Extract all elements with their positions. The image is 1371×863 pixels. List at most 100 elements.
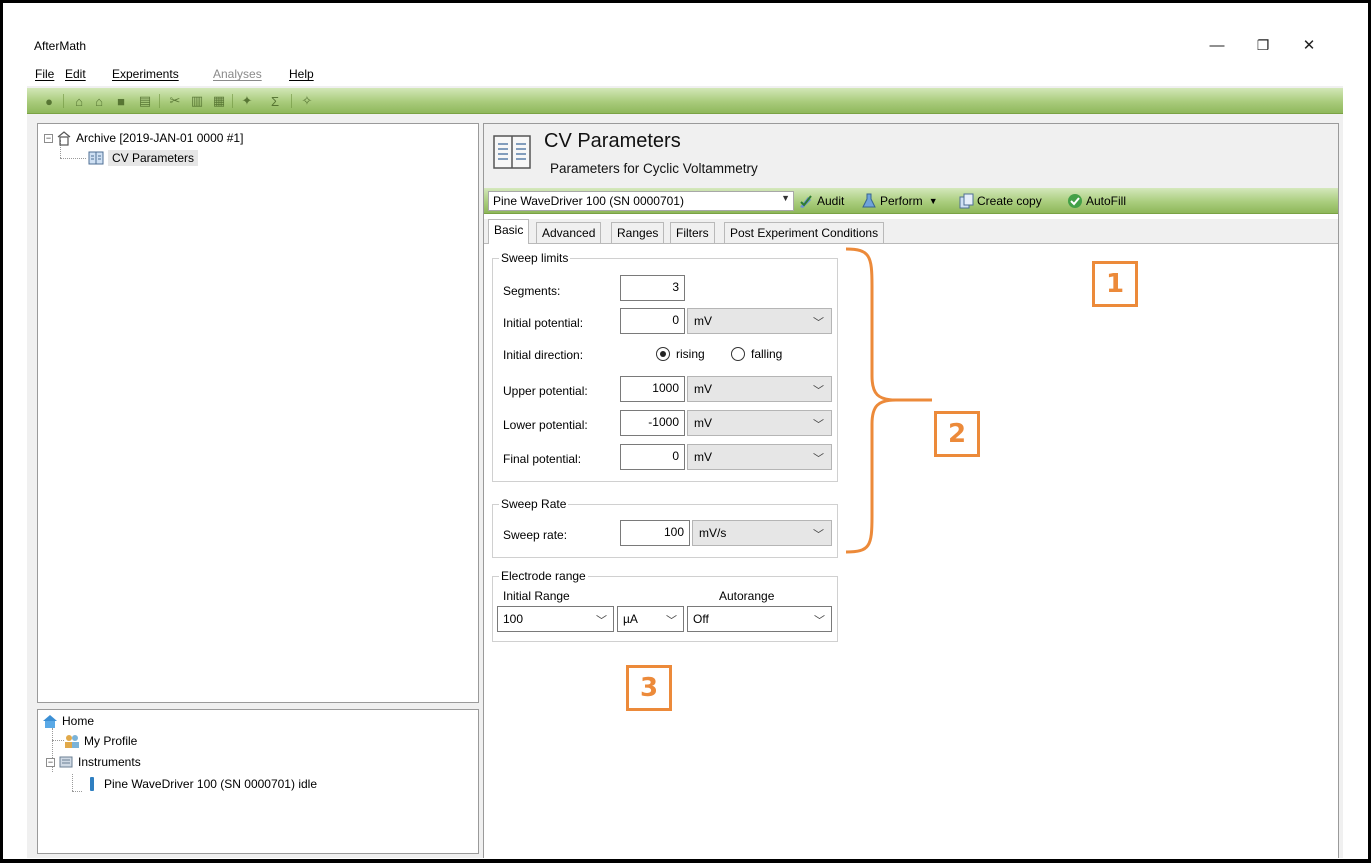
archive-label: Archive [2019-JAN-01 0000 #1] — [76, 131, 244, 145]
final-potential-label: Final potential: — [503, 452, 582, 466]
autofill-label: AutoFill — [1086, 194, 1127, 208]
initial-range-value: 100 — [503, 612, 524, 626]
collapse-icon[interactable]: − — [44, 133, 53, 143]
brace-annotation — [845, 247, 932, 554]
minimize-button[interactable]: — — [1194, 32, 1240, 58]
home-tree-panel: Home My Profile − Instruments Pine WaveD… — [37, 709, 479, 854]
initial-potential-input[interactable]: 0 — [620, 308, 685, 334]
chevron-down-icon: ﹀ — [596, 615, 607, 627]
final-potential-unit-select[interactable]: mV ﹀ — [687, 444, 832, 470]
archive-home-icon[interactable]: ⌂ — [71, 93, 87, 109]
final-potential-unit-value: mV — [694, 450, 712, 464]
tab-advanced[interactable]: Advanced — [536, 222, 602, 243]
tree-connector — [60, 158, 86, 159]
menu-experiments[interactable]: Experiments — [112, 67, 179, 81]
instrument-select-value: Pine WaveDriver 100 (SN 0000701) — [493, 194, 684, 208]
instruments-icon — [58, 754, 74, 770]
perform-icon — [861, 193, 877, 209]
sweep-rate-unit-value: mV/s — [699, 526, 727, 540]
menu-analyses[interactable]: Analyses — [213, 67, 262, 81]
basic-tab-body: Sweep limits Segments: 3 Initial potenti… — [484, 243, 1338, 859]
upper-potential-unit-select[interactable]: mV ﹀ — [687, 376, 832, 402]
lower-potential-unit-select[interactable]: mV ﹀ — [687, 410, 832, 436]
wizard-icon[interactable]: ✦ — [239, 93, 255, 109]
initial-range-select[interactable]: 100 ﹀ — [497, 606, 614, 632]
restore-button[interactable]: ❐ — [1240, 32, 1286, 58]
lower-potential-input[interactable]: -1000 — [620, 410, 685, 436]
menu-help[interactable]: Help — [289, 67, 314, 81]
my-profile-label: My Profile — [84, 734, 138, 748]
autofill-button[interactable]: AutoFill — [1067, 193, 1126, 209]
chevron-down-icon: ﹀ — [666, 615, 677, 627]
home-label: Home — [62, 714, 95, 728]
settings-icon[interactable]: ✧ — [299, 93, 315, 109]
toolbar-separator — [159, 94, 160, 108]
callout-2: 2 — [934, 411, 980, 457]
tab-ranges[interactable]: Ranges — [611, 222, 665, 243]
close-button[interactable]: ✕ — [1286, 32, 1332, 58]
callout-3: 3 — [626, 665, 672, 711]
audit-button[interactable]: Audit — [798, 193, 844, 209]
tree-connector — [72, 774, 73, 791]
perform-button[interactable]: Perform ▼ — [861, 193, 938, 209]
archive-up-icon[interactable]: ⌂ — [91, 93, 107, 109]
lower-potential-unit-value: mV — [694, 416, 712, 430]
save-icon[interactable]: ■ — [113, 93, 129, 109]
autorange-select[interactable]: Off ﹀ — [687, 606, 832, 632]
electrode-range-legend: Electrode range — [499, 569, 588, 583]
final-potential-input[interactable]: 0 — [620, 444, 685, 470]
cv-parameters-node[interactable]: CV Parameters — [88, 150, 199, 166]
range-unit-select[interactable]: µA ﹀ — [617, 606, 684, 632]
range-unit-value: µA — [623, 612, 638, 626]
paste-icon[interactable]: ▦ — [211, 93, 227, 109]
tab-basic[interactable]: Basic — [488, 219, 530, 244]
sweep-rate-label: Sweep rate: — [503, 528, 568, 542]
home-node[interactable]: Home — [42, 713, 94, 729]
rising-label: rising — [676, 347, 705, 361]
collapse-icon[interactable]: − — [46, 757, 55, 767]
dropdown-arrow-icon: ▼ — [781, 193, 790, 203]
sweep-rate-unit-select[interactable]: mV/s ﹀ — [692, 520, 832, 546]
upper-potential-unit-value: mV — [694, 382, 712, 396]
page-header: CV Parameters Parameters for Cyclic Volt… — [484, 124, 1338, 188]
back-icon[interactable]: ● — [41, 93, 57, 109]
instruments-node[interactable]: − Instruments — [46, 754, 141, 770]
sweep-rate-input[interactable]: 100 — [620, 520, 690, 546]
menu-edit[interactable]: Edit — [65, 67, 86, 81]
copy-icon[interactable]: ▥ — [189, 93, 205, 109]
tab-post-experiment-conditions[interactable]: Post Experiment Conditions — [724, 222, 885, 243]
autorange-label: Autorange — [719, 589, 775, 603]
cut-icon[interactable]: ✂ — [167, 93, 183, 109]
segments-label: Segments: — [503, 284, 561, 298]
archive-node[interactable]: − Archive [2019-JAN-01 0000 #1] — [44, 130, 243, 146]
menu-file[interactable]: File — [35, 67, 54, 81]
radio-unselected-icon — [731, 347, 745, 361]
initial-potential-unit-select[interactable]: mV ﹀ — [687, 308, 832, 334]
tab-filters[interactable]: Filters — [670, 222, 715, 243]
tree-connector — [72, 791, 82, 792]
sigma-icon[interactable]: Σ — [267, 93, 283, 109]
print-icon[interactable]: ▤ — [137, 93, 153, 109]
rising-radio[interactable]: rising — [656, 347, 705, 361]
perform-label: Perform — [880, 194, 923, 208]
create-copy-button[interactable]: Create copy — [958, 193, 1042, 209]
title-bar: AfterMath — ❐ ✕ — [27, 28, 1343, 62]
chevron-down-icon: ﹀ — [813, 385, 824, 397]
toolbar-separator — [63, 94, 64, 108]
dropdown-arrow-icon[interactable]: ▼ — [929, 196, 938, 206]
segments-input[interactable]: 3 — [620, 275, 685, 301]
sweep-limits-group: Sweep limits Segments: 3 Initial potenti… — [492, 251, 838, 482]
radio-selected-icon — [656, 347, 670, 361]
sweep-rate-group: Sweep Rate Sweep rate: 100 mV/s ﹀ — [492, 497, 838, 558]
instrument-select[interactable]: Pine WaveDriver 100 (SN 0000701) ▼ — [488, 191, 794, 211]
falling-radio[interactable]: falling — [731, 347, 782, 361]
autorange-value: Off — [693, 612, 709, 626]
callout-1: 1 — [1092, 261, 1138, 307]
electrode-range-group: Electrode range Initial Range Autorange … — [492, 569, 838, 642]
instrument-node[interactable]: Pine WaveDriver 100 (SN 0000701) idle — [84, 776, 317, 792]
upper-potential-input[interactable]: 1000 — [620, 376, 685, 402]
menu-bar: File Edit Experiments Analyses Help — [27, 62, 1343, 86]
my-profile-node[interactable]: My Profile — [64, 733, 137, 749]
tree-connector — [52, 740, 64, 741]
checkmark-icon — [1067, 193, 1083, 209]
